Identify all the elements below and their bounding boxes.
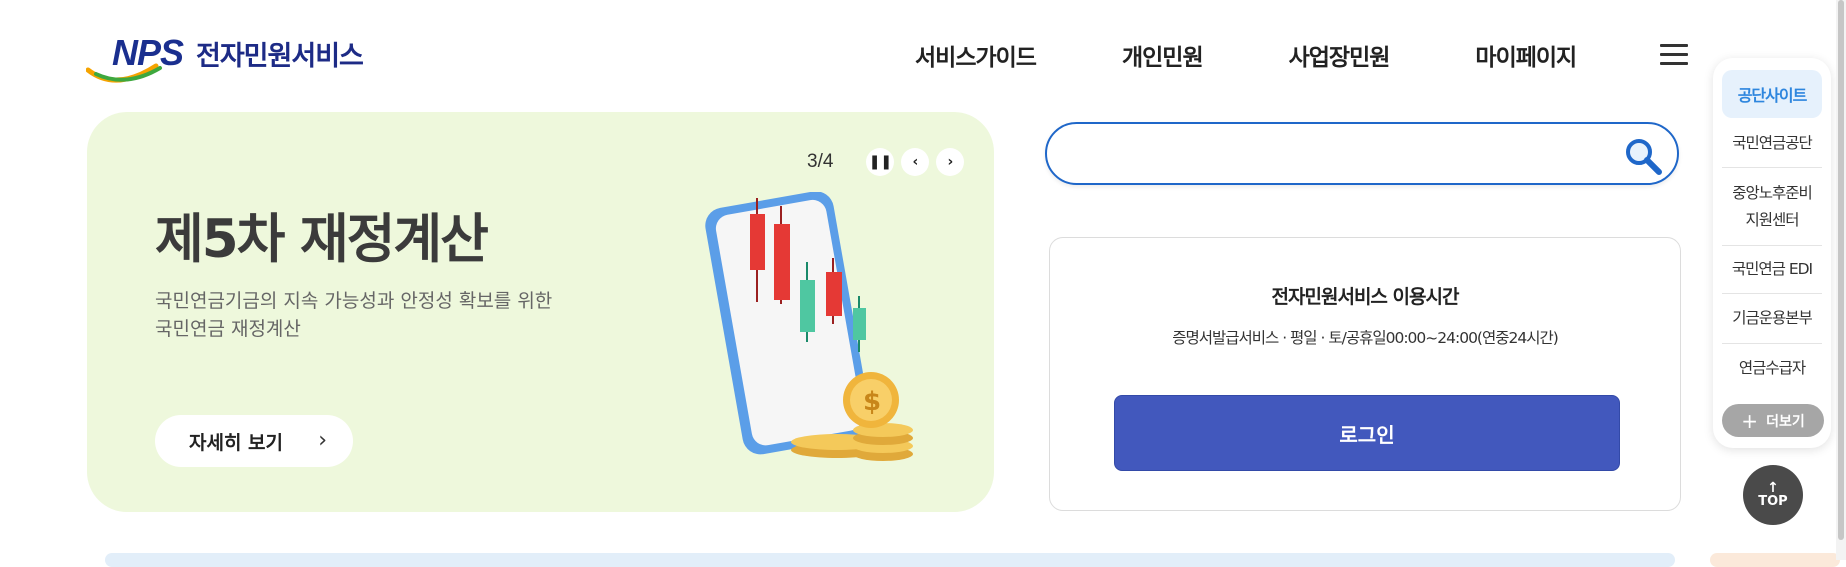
pause-icon[interactable]: ❚❚ [866,148,895,176]
main-nav: 서비스가이드 개인민원 사업장민원 마이페이지 [915,38,1577,72]
banner-desc-line2: 국민연금 재정계산 [155,318,301,340]
detail-button-label: 자세히 보기 [189,431,284,454]
nav-mypage[interactable]: 마이페이지 [1475,38,1577,72]
nps-logo-icon: NPS [86,30,194,86]
arrow-up-icon: ↑ [1767,479,1779,496]
search-bar [1045,122,1679,185]
logo-mark-text: NPS [112,32,184,73]
scroll-top-button[interactable]: ↑ TOP [1743,465,1803,525]
nav-personal[interactable]: 개인민원 [1122,38,1204,72]
quick-menu-list: 국민연금공단 중앙노후준비 지원센터 국민연금 EDI 기금운용본부 연금수급자 [1722,120,1822,392]
banner-title: 제5차 재정계산 [155,209,489,270]
scrollbar-thumb[interactable] [1838,0,1844,540]
phone-chart-illustration: $ [705,192,913,461]
chevron-right-icon: › [318,428,327,453]
pager-count: 3/4 [807,151,834,172]
login-button[interactable]: 로그인 [1114,395,1620,471]
logo-title: 전자민원서비스 [196,40,364,72]
logo[interactable]: NPS 전자민원서비스 [86,30,364,86]
more-button[interactable]: + 더보기 [1722,404,1824,437]
search-icon[interactable] [1623,136,1663,176]
service-hours-box: 전자민원서비스 이용시간 증명서발급서비스 · 평일 · 토/공휴일00:00~… [1049,237,1681,511]
detail-button[interactable]: 자세히 보기 › [155,415,353,467]
quick-item-pensioner[interactable]: 연금수급자 [1722,344,1822,392]
banner-description: 국민연금기금의 지속 가능성과 안정성 확보를 위한 국민연금 재정계산 [155,287,635,343]
main-banner: 3/4 ❚❚ ‹ › 제5차 재정계산 국민연금기금의 지속 가능성과 안정성 … [87,112,994,512]
quick-item-retirement-center[interactable]: 중앙노후준비 지원센터 [1722,168,1822,246]
next-section-edge-right [1710,553,1840,567]
hamburger-menu-icon[interactable] [1660,44,1688,66]
banner-pager: 3/4 ❚❚ ‹ › [807,148,965,176]
search-input[interactable] [1071,136,1611,172]
svg-text:$: $ [863,387,881,417]
banner-desc-line1: 국민연금기금의 지속 가능성과 안정성 확보를 위한 [155,290,553,312]
quick-item-fund-management[interactable]: 기금운용본부 [1722,294,1822,344]
plus-icon: + [1741,408,1759,433]
next-section-edge [105,553,1675,567]
top-label: TOP [1758,493,1788,509]
prev-icon[interactable]: ‹ [901,148,930,176]
quick-item-nps[interactable]: 국민연금공단 [1722,120,1822,168]
quick-menu-title: 공단사이트 [1722,70,1822,118]
quick-item-edi[interactable]: 국민연금 EDI [1722,246,1822,294]
more-button-label: 더보기 [1766,413,1805,430]
service-hours-title: 전자민원서비스 이용시간 [1271,286,1460,308]
quick-menu: 공단사이트 국민연금공단 중앙노후준비 지원센터 국민연금 EDI 기금운용본부… [1713,58,1831,448]
service-hours-desc: 증명서발급서비스 · 평일 · 토/공휴일00:00~24:00(연중24시간) [1172,329,1559,347]
header: NPS 전자민원서비스 서비스가이드 개인민원 사업장민원 마이페이지 [0,0,1846,110]
nav-business[interactable]: 사업장민원 [1289,38,1391,72]
nav-service-guide[interactable]: 서비스가이드 [915,38,1037,72]
next-icon[interactable]: › [936,148,965,176]
